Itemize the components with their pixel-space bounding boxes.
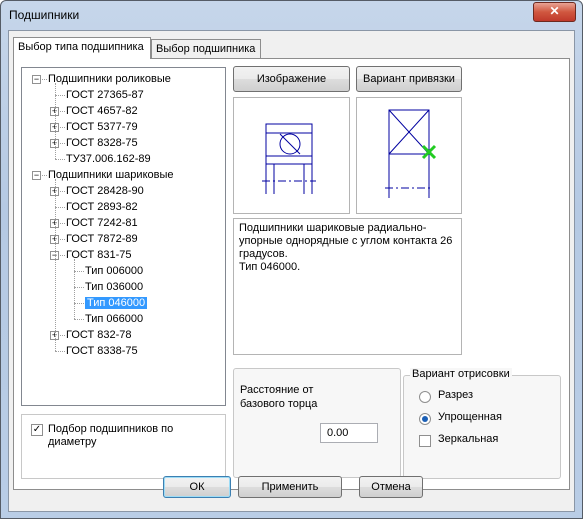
window-title: Подшипники	[9, 8, 80, 22]
tree-toggle[interactable]: −	[32, 75, 41, 84]
tree-group-0[interactable]: Подшипники роликовые	[48, 71, 171, 87]
tree-type-item-selected[interactable]: Тип 046000	[85, 295, 148, 311]
diameter-filter-checkbox[interactable]: ✓	[31, 424, 43, 436]
diameter-filter-label: Подбор подшипников по диаметру	[48, 423, 174, 448]
tree-item[interactable]: ГОСТ 8338-75	[66, 343, 138, 359]
dialog-window: Подшипники ✕ Выбор типа подшипника Выбор…	[0, 0, 583, 519]
close-button[interactable]: ✕	[533, 2, 576, 22]
tree-item[interactable]: ГОСТ 2893-82	[66, 199, 138, 215]
title-bar[interactable]: Подшипники ✕	[1, 1, 582, 29]
image-button[interactable]: Изображение	[233, 66, 350, 92]
tree-item[interactable]: ТУ37.006.162-89	[66, 151, 151, 167]
tree-item[interactable]: ГОСТ 832-78	[66, 327, 132, 343]
diameter-filter-box: ✓ Подбор подшипников по диаметру	[21, 414, 226, 479]
tree-type-label: Тип 036000	[85, 281, 144, 293]
tree-type-label: Тип 066000	[85, 313, 144, 325]
radio-section[interactable]	[419, 391, 431, 403]
draw-variant-group: Вариант отрисовки Разрез Упрощенная Зерк…	[403, 368, 561, 479]
tab-bearing-select[interactable]: Выбор подшипника	[151, 39, 261, 58]
ok-button[interactable]: ОК	[163, 476, 231, 498]
tree-item[interactable]: ГОСТ 7872-89	[66, 231, 138, 247]
distance-label: Расстояние от базового торца	[240, 384, 318, 410]
mirror-label: Зеркальная	[438, 433, 499, 445]
draw-variant-title: Вариант отрисовки	[410, 368, 512, 380]
dialog-client: Выбор типа подшипника Выбор подшипника −…	[8, 30, 575, 512]
anchor-pane	[356, 97, 462, 214]
tree-type-item[interactable]: Тип 066000	[85, 311, 143, 327]
tree-type-item[interactable]: Тип 036000	[85, 279, 143, 295]
distance-group: Расстояние от базового торца 0.00	[233, 368, 401, 478]
tree-type-label: Тип 006000	[85, 265, 144, 277]
apply-button[interactable]: Применить	[238, 476, 342, 498]
bearing-section-drawing	[262, 123, 316, 194]
tab-page: − Подшипники роликовые ГОСТ 27365-87 + ГОСТ …	[13, 58, 570, 490]
tree-item[interactable]: ГОСТ 831-75	[66, 247, 132, 263]
radio-simplified[interactable]	[419, 413, 431, 425]
tree-group-1[interactable]: Подшипники шариковые	[48, 167, 174, 183]
tab-bearing-type[interactable]: Выбор типа подшипника	[13, 37, 151, 59]
bearing-image-pane	[233, 97, 350, 214]
tree-type-label: Тип 046000	[85, 297, 148, 309]
tree-item[interactable]: ГОСТ 5377-79	[66, 119, 138, 135]
anchor-variant-drawing	[385, 109, 437, 198]
radio-simplified-label: Упрощенная	[438, 411, 502, 423]
tree-item[interactable]: ГОСТ 4657-82	[66, 103, 138, 119]
tree-item[interactable]: ГОСТ 28428-90	[66, 183, 144, 199]
distance-input[interactable]: 0.00	[320, 423, 378, 443]
description-text: Подшипники шариковые радиально-упорные о…	[233, 218, 462, 355]
radio-section-label: Разрез	[438, 389, 474, 401]
bearing-tree[interactable]: − Подшипники роликовые ГОСТ 27365-87 + ГОСТ …	[21, 67, 226, 406]
tree-toggle[interactable]: −	[32, 171, 41, 180]
cancel-button[interactable]: Отмена	[359, 476, 423, 498]
tree-item[interactable]: ГОСТ 7242-81	[66, 215, 138, 231]
tree-item[interactable]: ГОСТ 27365-87	[66, 87, 144, 103]
mirror-checkbox[interactable]	[419, 435, 431, 447]
tree-type-item[interactable]: Тип 006000	[85, 263, 143, 279]
anchor-variant-button[interactable]: Вариант привязки	[356, 66, 462, 92]
tree-item[interactable]: ГОСТ 8328-75	[66, 135, 138, 151]
